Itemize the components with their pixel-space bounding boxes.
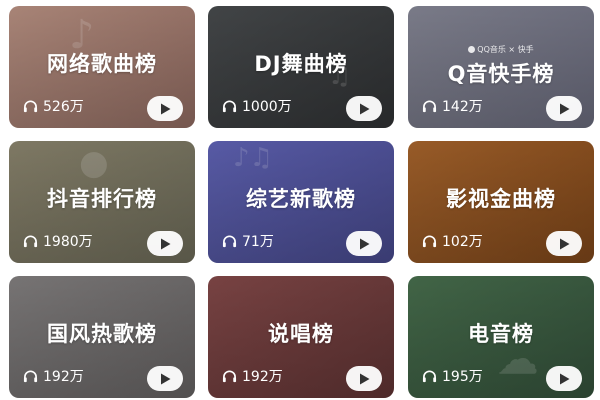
chart-card-variety-show[interactable]: ♪♫ 综艺新歌榜 71万 <box>208 141 394 263</box>
headphones-icon <box>23 370 38 383</box>
play-button[interactable] <box>147 366 183 391</box>
headphones-icon <box>222 370 237 383</box>
headphones-icon <box>422 370 437 383</box>
play-icon <box>160 373 170 384</box>
chart-card-dj-dance[interactable]: ♫ DJ舞曲榜 1000万 <box>208 6 394 128</box>
play-count: 1980万 <box>23 231 93 251</box>
play-count: 1000万 <box>222 96 292 116</box>
play-count: 192万 <box>222 366 283 386</box>
partner-logo: QQ音乐 × 快手 <box>408 44 594 55</box>
chart-card-electronic[interactable]: ☁ 电音榜 195万 <box>408 276 594 398</box>
headphones-icon <box>23 100 38 113</box>
chart-card-rap[interactable]: 说唱榜 192万 <box>208 276 394 398</box>
card-title: DJ舞曲榜 <box>254 52 348 76</box>
play-count-value: 526万 <box>43 99 84 115</box>
headphones-icon <box>422 100 437 113</box>
headphones-icon <box>422 235 437 248</box>
play-count-value: 192万 <box>43 369 84 385</box>
play-button[interactable] <box>147 96 183 121</box>
headphones-icon <box>222 100 237 113</box>
card-title: 网络歌曲榜 <box>47 52 157 76</box>
card-title: 影视金曲榜 <box>446 187 556 211</box>
play-count: 195万 <box>422 366 483 386</box>
play-icon <box>359 103 369 114</box>
play-icon <box>359 373 369 384</box>
play-count-value: 195万 <box>442 369 483 385</box>
play-button[interactable] <box>546 366 582 391</box>
card-title: 国风热歌榜 <box>47 322 157 346</box>
play-count: 526万 <box>23 96 84 116</box>
chart-card-q-kuaishou[interactable]: QQ音乐 × 快手 Q音快手榜 142万 <box>408 6 594 128</box>
card-title: 抖音排行榜 <box>47 187 157 211</box>
play-button[interactable] <box>346 366 382 391</box>
toplist-grid: ♪ 网络歌曲榜 526万 ♫ DJ舞曲榜 1000万 QQ音乐 × 快手 Q音快… <box>0 0 600 400</box>
play-count-value: 142万 <box>442 99 483 115</box>
play-icon <box>160 103 170 114</box>
play-button[interactable] <box>546 231 582 256</box>
chart-card-chinese-style[interactable]: 国风热歌榜 192万 <box>9 276 195 398</box>
play-count-value: 192万 <box>242 369 283 385</box>
headphones-icon <box>23 235 38 248</box>
card-title: 说唱榜 <box>268 322 334 346</box>
card-title: 综艺新歌榜 <box>246 187 356 211</box>
play-count: 71万 <box>222 231 274 251</box>
chart-card-network-songs[interactable]: ♪ 网络歌曲榜 526万 <box>9 6 195 128</box>
play-count: 142万 <box>422 96 483 116</box>
play-button[interactable] <box>546 96 582 121</box>
play-icon <box>559 238 569 249</box>
play-button[interactable] <box>346 231 382 256</box>
chart-card-douyin[interactable]: ● 抖音排行榜 1980万 <box>9 141 195 263</box>
partner-logo-text: QQ音乐 × 快手 <box>477 45 534 54</box>
play-icon <box>359 238 369 249</box>
play-count-value: 71万 <box>242 234 274 250</box>
play-icon <box>559 373 569 384</box>
play-button[interactable] <box>147 231 183 256</box>
play-count-value: 1980万 <box>43 234 93 250</box>
play-count-value: 102万 <box>442 234 483 250</box>
play-count: 192万 <box>23 366 84 386</box>
card-title: Q音快手榜 <box>447 62 555 86</box>
chart-card-film-tv[interactable]: 影视金曲榜 102万 <box>408 141 594 263</box>
card-title: 电音榜 <box>468 322 534 346</box>
play-icon <box>160 238 170 249</box>
qq-music-logo-icon <box>468 46 476 53</box>
play-button[interactable] <box>346 96 382 121</box>
play-icon <box>559 103 569 114</box>
headphones-icon <box>222 235 237 248</box>
play-count: 102万 <box>422 231 483 251</box>
play-count-value: 1000万 <box>242 99 292 115</box>
